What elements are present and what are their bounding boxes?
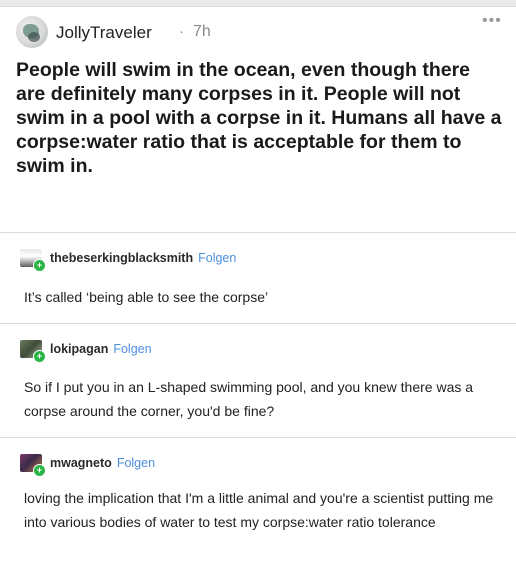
post-header: JollyTraveler · 7h ••• bbox=[16, 13, 502, 52]
avatar[interactable]: + bbox=[20, 249, 46, 272]
post-timestamp: 7h bbox=[193, 23, 211, 40]
follow-button[interactable]: Folgen bbox=[113, 342, 151, 356]
separator-dot: · bbox=[179, 23, 184, 40]
reply-username: lokipagan Folgen bbox=[50, 342, 152, 356]
reply-username-text[interactable]: thebeserkingblacksmith bbox=[50, 251, 193, 265]
follow-button[interactable]: Folgen bbox=[198, 251, 236, 265]
reply-text: loving the implication that I'm a little… bbox=[24, 490, 494, 530]
avatar[interactable]: + bbox=[20, 340, 46, 363]
top-strip bbox=[0, 0, 516, 7]
follow-badge-icon: + bbox=[33, 464, 46, 477]
reply-username-text[interactable]: lokipagan bbox=[50, 342, 108, 356]
avatar[interactable]: + bbox=[20, 454, 46, 477]
follow-button[interactable]: Folgen bbox=[117, 456, 155, 470]
follow-badge-icon: + bbox=[33, 259, 46, 272]
divider bbox=[0, 437, 516, 438]
reply-username-text[interactable]: mwagneto bbox=[50, 456, 112, 470]
reply-username: thebeserkingblacksmith Folgen bbox=[50, 251, 236, 265]
reply-text: It’s called ‘being able to see the corps… bbox=[24, 289, 269, 305]
reply-text: So if I put you in an L-shaped swimming … bbox=[24, 379, 474, 419]
divider bbox=[0, 323, 516, 324]
divider bbox=[0, 232, 516, 233]
post-body-text: People will swim in the ocean, even thou… bbox=[16, 59, 502, 177]
avatar[interactable] bbox=[16, 16, 48, 48]
post-username[interactable]: JollyTraveler bbox=[56, 23, 152, 43]
reply-username: mwagneto Folgen bbox=[50, 456, 155, 470]
follow-badge-icon: + bbox=[33, 350, 46, 363]
ellipsis-icon[interactable]: ••• bbox=[482, 13, 502, 32]
avatar-shade bbox=[28, 32, 40, 42]
